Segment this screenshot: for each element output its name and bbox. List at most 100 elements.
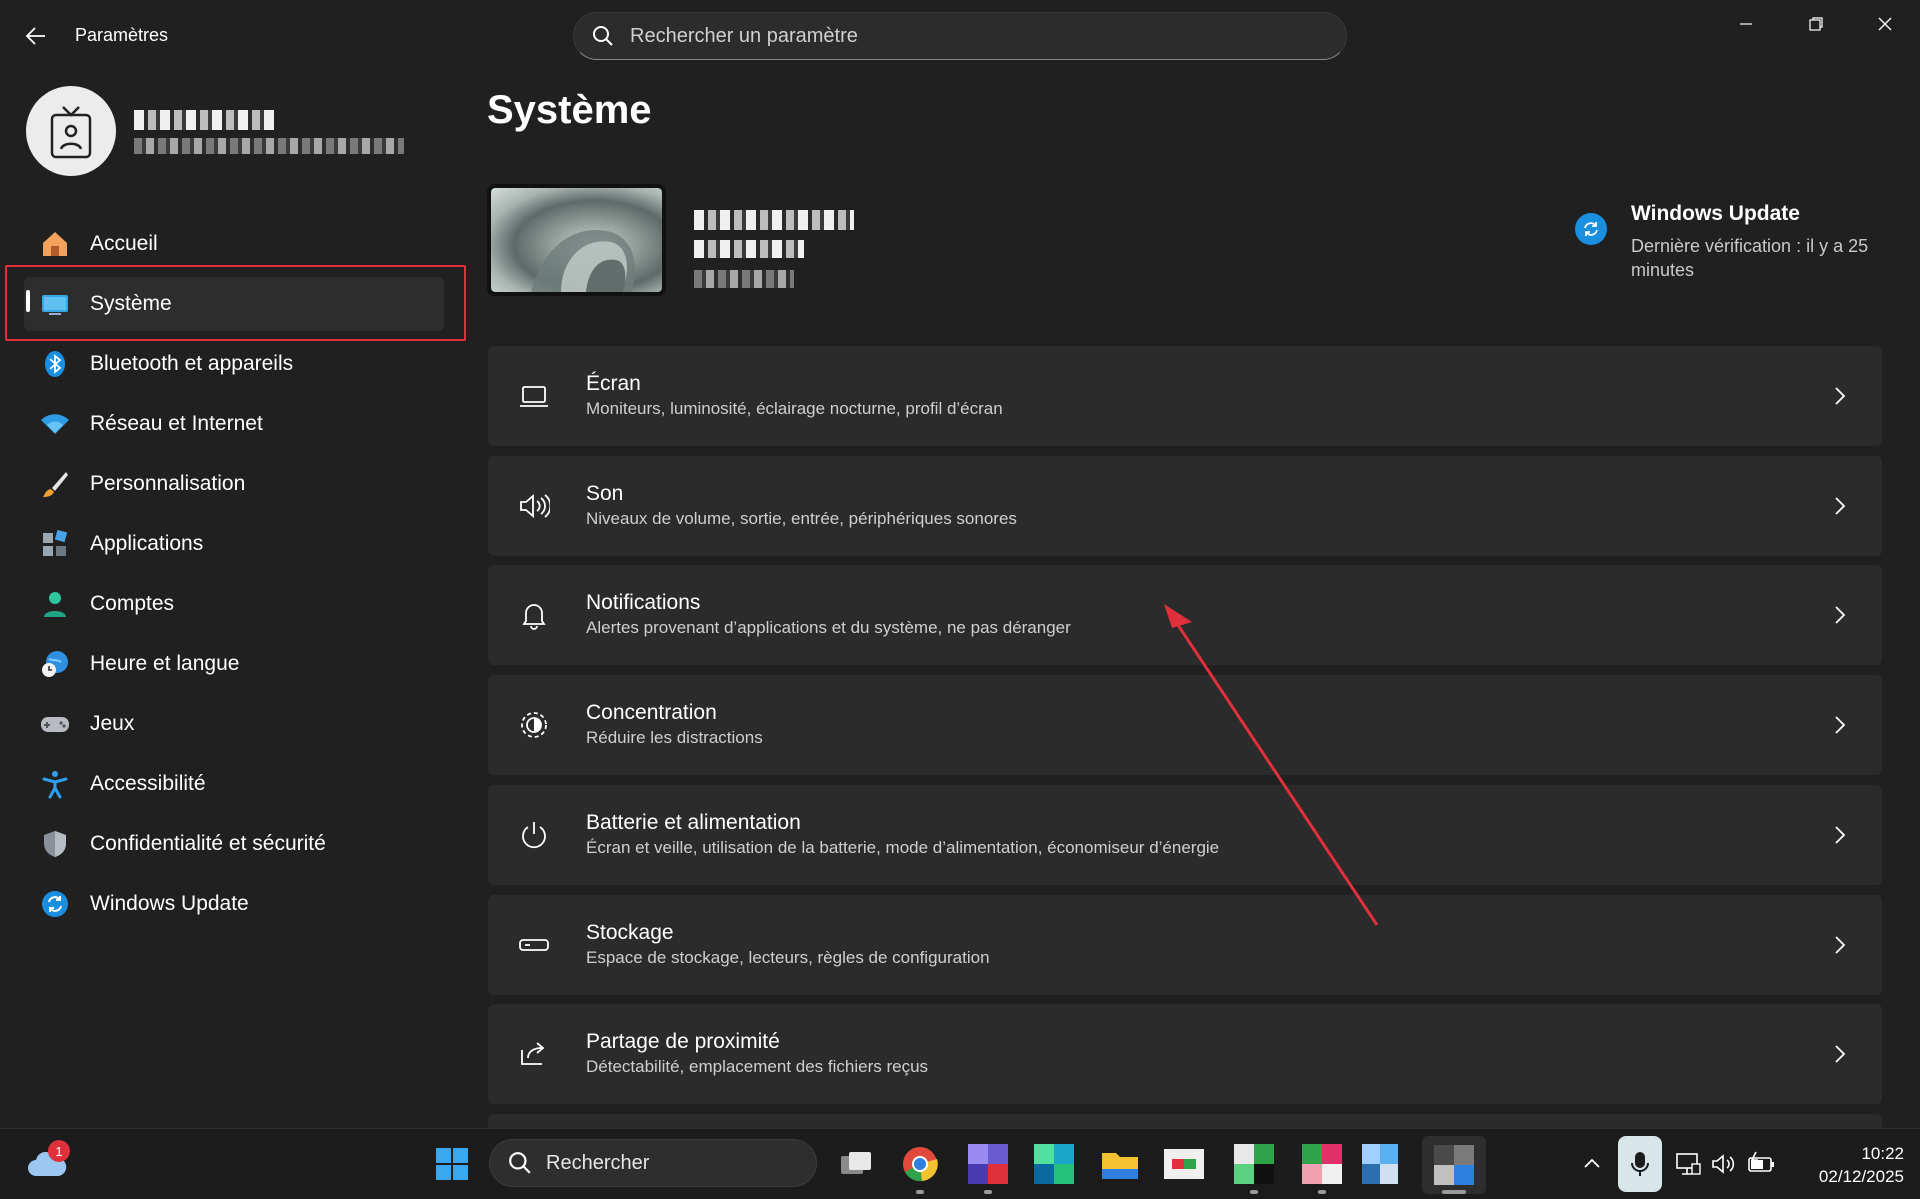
person-icon: [38, 587, 72, 621]
bluetooth-icon: [38, 347, 72, 381]
settings-card-ecran[interactable]: Écran Moniteurs, luminosité, éclairage no…: [488, 346, 1882, 446]
settings-search[interactable]: [573, 12, 1347, 60]
close-button[interactable]: [1857, 8, 1913, 40]
card-title: Concentration: [586, 701, 717, 724]
sidebar-item-applications[interactable]: Applications: [24, 517, 444, 571]
accessibility-icon: [38, 767, 72, 801]
restore-button[interactable]: [1788, 8, 1844, 40]
device-name-redacted: [694, 210, 854, 230]
taskbar-settings-app-active[interactable]: [1422, 1136, 1486, 1194]
card-subtitle: Alertes provenant d’applications et du s…: [586, 618, 1071, 637]
chevron-right-icon: [1826, 492, 1854, 520]
windows-update-title[interactable]: Windows Update: [1631, 202, 1800, 226]
sidebar-item-personnalisation[interactable]: Personnalisation: [24, 457, 444, 511]
task-view-button[interactable]: [834, 1142, 878, 1186]
sidebar-item-windows-update[interactable]: Windows Update: [24, 877, 444, 931]
start-button[interactable]: [430, 1142, 474, 1186]
arrow-left-icon: [25, 27, 45, 45]
device-model-redacted: [694, 240, 804, 258]
microphone-button[interactable]: [1618, 1136, 1662, 1192]
app-icon-pixelated: [1034, 1144, 1074, 1184]
monitor-icon: [510, 372, 558, 420]
card-subtitle: Écran et veille, utilisation de la batte…: [586, 838, 1220, 857]
sidebar-item-confidentialite[interactable]: Confidentialité et sécurité: [24, 817, 444, 871]
clock-date: 02/12/2025: [1818, 1167, 1904, 1186]
card-subtitle: Moniteurs, luminosité, éclairage nocturn…: [586, 399, 1003, 418]
sidebar-item-bluetooth[interactable]: Bluetooth et appareils: [24, 337, 444, 391]
windows-update-subtitle: Dernière vérification : il y a 25 minute…: [1631, 236, 1869, 280]
chevron-up-icon: [1584, 1158, 1600, 1168]
taskbar-search[interactable]: Rechercher: [489, 1139, 817, 1187]
search-icon: [593, 26, 613, 46]
card-title: Batterie et alimentation: [586, 811, 801, 834]
chrome-app[interactable]: [898, 1142, 942, 1186]
focus-icon: [510, 701, 558, 749]
sidebar-item-label: Confidentialité et sécurité: [90, 832, 326, 855]
card-subtitle: Réduire les distractions: [586, 728, 763, 747]
settings-card-son[interactable]: Son Niveaux de volume, sortie, entrée, pé…: [488, 456, 1882, 556]
minimize-button[interactable]: [1718, 8, 1774, 40]
app-icon-pixelated: [968, 1144, 1008, 1184]
restore-icon: [1809, 17, 1823, 31]
weather-badge: 1: [48, 1140, 70, 1162]
back-button[interactable]: [18, 18, 54, 54]
app-icon-pixelated: [1302, 1144, 1342, 1184]
windows-logo-icon: [436, 1148, 468, 1180]
annotation-arrow-icon: [1164, 604, 1379, 926]
device-wallpaper-thumbnail[interactable]: [487, 184, 666, 296]
card-subtitle: Niveaux de volume, sortie, entrée, périp…: [586, 509, 1017, 528]
card-subtitle: Détectabilité, emplacement des fichiers …: [586, 1057, 929, 1076]
sidebar-item-heure[interactable]: Heure et langue: [24, 637, 444, 691]
profile-email-redacted: [134, 138, 404, 154]
sidebar-item-label: Heure et langue: [90, 652, 240, 675]
task-view-icon: [841, 1152, 871, 1174]
chevron-right-icon: [1826, 821, 1854, 849]
update-icon: [38, 887, 72, 921]
sidebar-item-label: Système: [90, 292, 172, 315]
speaker-icon: [510, 482, 558, 530]
power-icon: [510, 811, 558, 859]
windows-update-icon[interactable]: [1575, 213, 1607, 245]
taskbar-app-4[interactable]: [1232, 1142, 1276, 1186]
network-status-icon[interactable]: [1674, 1150, 1702, 1178]
chevron-right-icon: [1826, 711, 1854, 739]
taskbar-app-1[interactable]: [966, 1142, 1010, 1186]
device-rename-redacted: [694, 270, 794, 288]
chevron-right-icon: [1826, 601, 1854, 629]
taskbar-app-5[interactable]: [1300, 1142, 1344, 1186]
sidebar-item-reseau[interactable]: Réseau et Internet: [24, 397, 444, 451]
close-icon: [1878, 17, 1892, 31]
minimize-icon: [1740, 23, 1752, 25]
sidebar-item-accessibilite[interactable]: Accessibilité: [24, 757, 444, 811]
wallpaper-bloom-image: [491, 188, 662, 292]
gamepad-icon: [38, 707, 72, 741]
taskbar-app-2[interactable]: [1032, 1142, 1076, 1186]
app-icon-pixelated: [1164, 1149, 1204, 1179]
taskbar-app-6[interactable]: [1358, 1142, 1402, 1186]
sidebar-item-accueil[interactable]: Accueil: [24, 217, 444, 271]
share-icon: [510, 1030, 558, 1078]
settings-card-partial[interactable]: [488, 1114, 1882, 1128]
card-title: Notifications: [586, 591, 701, 614]
show-hidden-icons-button[interactable]: [1580, 1152, 1604, 1176]
wifi-icon: [38, 407, 72, 441]
file-explorer-app[interactable]: [1098, 1142, 1142, 1186]
taskbar-search-label: Rechercher: [546, 1151, 650, 1174]
profile-name-redacted: [134, 110, 274, 130]
taskbar-clock[interactable]: 10:22 02/12/2025: [1780, 1142, 1904, 1188]
chevron-right-icon: [1826, 931, 1854, 959]
avatar[interactable]: [26, 86, 116, 176]
app-running-indicator: [984, 1190, 992, 1194]
sidebar-item-label: Windows Update: [90, 892, 249, 915]
card-title: Son: [586, 482, 624, 505]
sidebar-item-comptes[interactable]: Comptes: [24, 577, 444, 631]
taskbar-app-3[interactable]: [1162, 1142, 1206, 1186]
sidebar-item-jeux[interactable]: Jeux: [24, 697, 444, 751]
sidebar-item-systeme[interactable]: Système: [24, 277, 444, 331]
volume-icon[interactable]: [1710, 1150, 1738, 1178]
clock-time: 10:22: [1861, 1144, 1904, 1163]
settings-search-input[interactable]: [630, 24, 1230, 48]
settings-card-partage[interactable]: Partage de proximité Détectabilité, empla…: [488, 1004, 1882, 1104]
battery-charging-icon[interactable]: [1746, 1150, 1776, 1178]
page-title: Système: [487, 88, 652, 132]
